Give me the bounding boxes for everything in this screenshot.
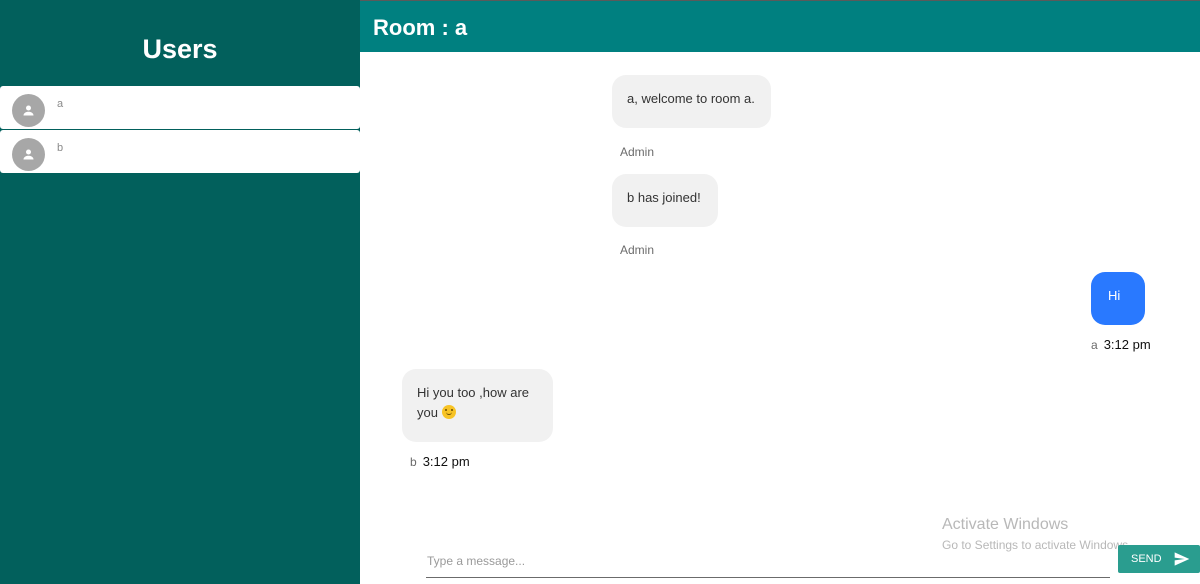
- message-meta: b 3:12 pm: [410, 454, 470, 469]
- own-message-bubble: Hi: [1091, 272, 1145, 325]
- send-button-label: SEND: [1131, 553, 1162, 565]
- person-icon: [23, 105, 34, 116]
- message-text: b has joined!: [627, 190, 701, 205]
- send-icon: [1174, 552, 1189, 566]
- message-text: Hi: [1108, 288, 1121, 303]
- avatar: [12, 138, 45, 171]
- message-meta: Admin: [620, 145, 654, 159]
- message-input[interactable]: [426, 546, 1110, 576]
- sidebar-title: Users: [142, 34, 218, 64]
- message-sender: a: [1091, 338, 1098, 352]
- message-meta: a 3:12 pm: [1091, 337, 1151, 352]
- message-text: Hi you too ,how are you: [417, 385, 530, 420]
- message-meta: Admin: [620, 243, 654, 257]
- message-sender: Admin: [620, 145, 655, 159]
- user-name: a: [57, 98, 64, 110]
- chat-header: Room : a: [360, 0, 1200, 52]
- message-bubble: b has joined!: [612, 174, 718, 227]
- user-name: b: [57, 142, 64, 154]
- message-bubble: a, welcome to room a.: [612, 75, 771, 128]
- activation-watermark-title: Activate Windows: [942, 516, 1069, 533]
- send-button[interactable]: SEND: [1118, 545, 1200, 573]
- avatar: [12, 94, 45, 127]
- slightly-smiling-face-icon: [441, 405, 456, 419]
- message-input-wrapper: [426, 546, 1110, 578]
- person-icon: [23, 149, 34, 160]
- user-list-item-b[interactable]: b: [0, 130, 360, 173]
- message-text: a, welcome to room a.: [627, 91, 755, 106]
- chat-panel: Room : a a, welcome to room a. Admin b h…: [360, 0, 1200, 584]
- message-sender: b: [410, 455, 417, 469]
- users-sidebar: Users a b: [0, 0, 360, 584]
- message-time: 3:12 pm: [422, 454, 470, 469]
- user-list: a b: [0, 86, 360, 174]
- user-list-item-a[interactable]: a: [0, 86, 360, 129]
- message-sender: Admin: [620, 243, 655, 257]
- message-bubble: Hi you too ,how are you: [402, 369, 553, 442]
- room-title: Room : a: [373, 15, 468, 40]
- message-time: 3:12 pm: [1103, 337, 1151, 352]
